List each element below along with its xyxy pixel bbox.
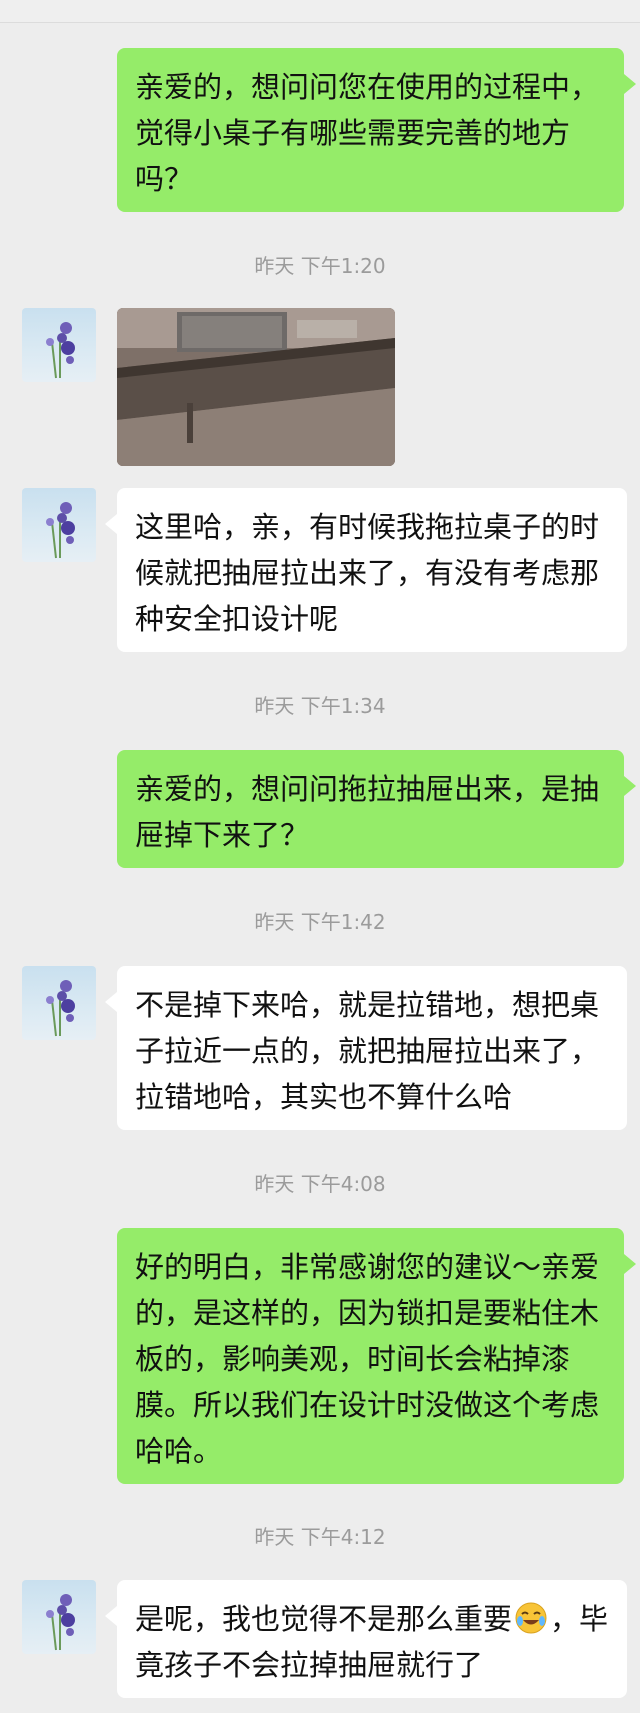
laughing-crying-emoji-icon: [514, 1601, 548, 1635]
incoming-message-bubble[interactable]: 不是掉下来哈，就是拉错地，想把桌子拉近一点的，就把抽屉拉出来了，拉错地哈，其实也…: [117, 966, 627, 1130]
message-text: 是呢，我也觉得不是那么重要: [135, 1602, 513, 1636]
top-status-strip: [0, 0, 640, 23]
bubble-tail: [624, 776, 636, 796]
contact-avatar[interactable]: [22, 966, 96, 1040]
contact-avatar[interactable]: [22, 1580, 96, 1654]
outgoing-message-bubble[interactable]: 亲爱的，想问问拖拉抽屉出来，是抽屉掉下来了？: [117, 750, 624, 868]
incoming-message-bubble[interactable]: 是呢，我也觉得不是那么重要 ，毕竟孩子不会拉掉抽屉就行了: [117, 1580, 627, 1698]
timestamp: 昨天 下午1:42: [254, 910, 386, 934]
bubble-tail: [624, 74, 636, 94]
contact-avatar[interactable]: [22, 488, 96, 562]
contact-avatar[interactable]: [22, 308, 96, 382]
timestamp: 昨天 下午1:20: [254, 254, 386, 278]
bubble-tail: [105, 992, 117, 1012]
desk-photo-image[interactable]: [117, 308, 395, 466]
message-text: 亲爱的，想问问您在使用的过程中，觉得小桌子有哪些需要完善的地方吗？: [135, 70, 600, 196]
flower-avatar-icon: [46, 1594, 75, 1651]
timestamp: 昨天 下午4:08: [254, 1172, 386, 1196]
bubble-tail: [105, 514, 117, 534]
flower-avatar-icon: [46, 980, 75, 1037]
timestamp: 昨天 下午1:34: [254, 694, 386, 718]
timestamp: 昨天 下午4:12: [254, 1525, 386, 1549]
flower-avatar-icon: [46, 322, 75, 379]
message-text: 好的明白，非常感谢您的建议～亲爱的，是这样的，因为锁扣是要粘住木板的，影响美观，…: [135, 1250, 600, 1468]
bubble-tail: [624, 1254, 636, 1274]
outgoing-message-bubble[interactable]: 亲爱的，想问问您在使用的过程中，觉得小桌子有哪些需要完善的地方吗？: [117, 48, 624, 212]
message-text: 不是掉下来哈，就是拉错地，想把桌子拉近一点的，就把抽屉拉出来了，拉错地哈，其实也…: [135, 988, 600, 1114]
desk-photo-icon: [117, 308, 395, 466]
outgoing-message-bubble[interactable]: 好的明白，非常感谢您的建议～亲爱的，是这样的，因为锁扣是要粘住木板的，影响美观，…: [117, 1228, 624, 1484]
incoming-message-bubble[interactable]: 这里哈，亲，有时候我拖拉桌子的时候就把抽屉拉出来了，有没有考虑那种安全扣设计呢: [117, 488, 627, 652]
message-text: 亲爱的，想问问拖拉抽屉出来，是抽屉掉下来了？: [135, 772, 600, 852]
flower-avatar-icon: [46, 502, 75, 559]
bubble-tail: [105, 1606, 117, 1626]
message-text: 这里哈，亲，有时候我拖拉桌子的时候就把抽屉拉出来了，有没有考虑那种安全扣设计呢: [135, 510, 600, 636]
